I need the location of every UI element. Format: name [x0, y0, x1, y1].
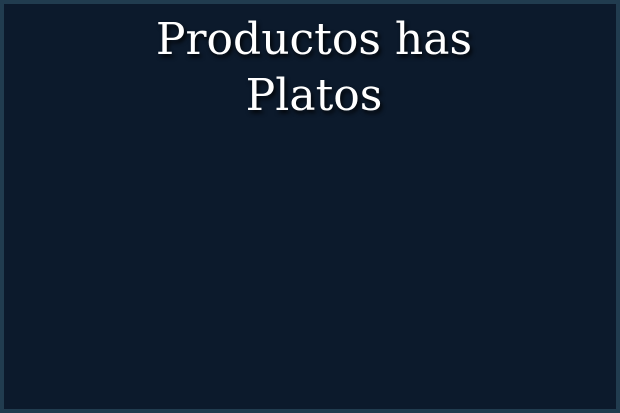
entity-box: Productos has Platos [0, 0, 620, 413]
entity-title-line-2: Platos [245, 70, 383, 121]
entity-body [8, 144, 620, 413]
entity-title-line-1: Productos has [155, 14, 473, 65]
entity-title: Productos has Platos [4, 12, 620, 124]
